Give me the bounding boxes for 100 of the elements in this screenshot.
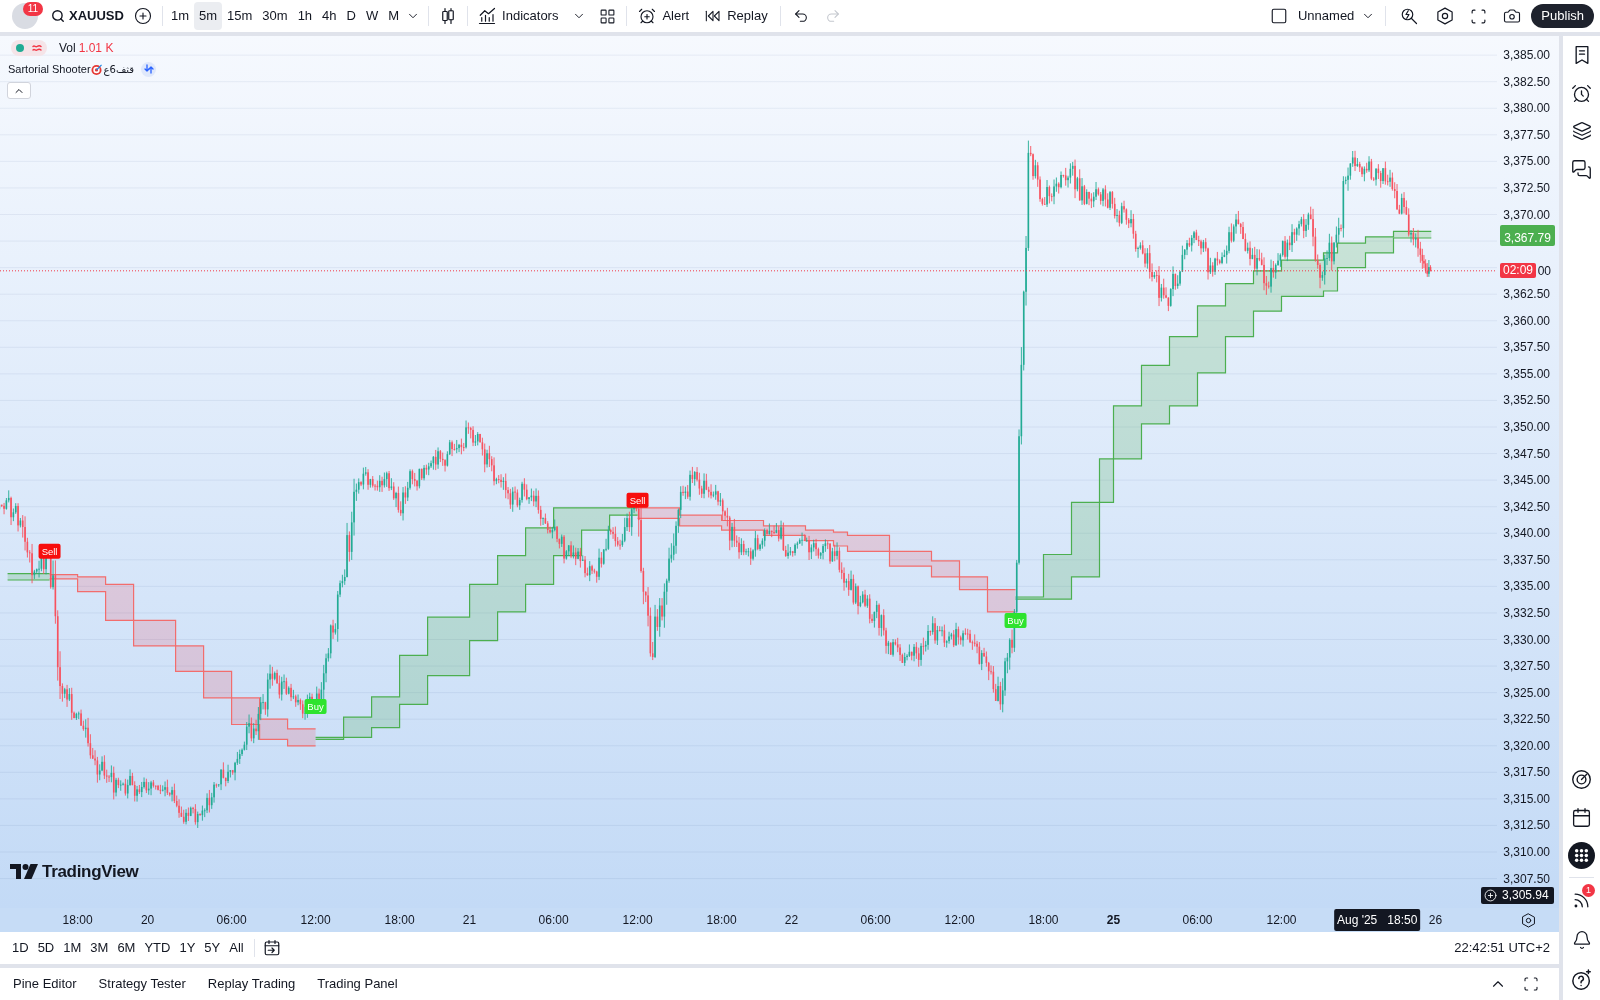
time-tick-label: 06:00 — [860, 913, 891, 927]
indicator-value-tag: 3,367.79 — [1500, 224, 1555, 246]
wave-icon — [32, 44, 42, 52]
price-tick-label: 3,340.00 — [1503, 526, 1550, 541]
indicators-button[interactable]: Indicators — [474, 3, 563, 29]
square-icon — [1270, 7, 1288, 25]
interval-tab[interactable]: W — [360, 2, 384, 30]
symbol-search-button[interactable]: XAUUSD — [49, 3, 126, 29]
price-tick-label: 00 — [1537, 263, 1551, 278]
price-tick-label: 3,370.00 — [1503, 207, 1550, 222]
price-tick-label: 3,350.00 — [1503, 420, 1550, 434]
bottom-panel-tab[interactable]: Trading Panel — [317, 971, 398, 997]
clock: 22:42:51 UTC+2 — [1454, 939, 1550, 958]
time-tick-label: 26 — [1428, 913, 1443, 927]
alarm-clock-icon — [1571, 82, 1592, 104]
layout-button[interactable]: Unnamed — [1267, 3, 1358, 29]
price-tick-label: 3,352.50 — [1503, 393, 1550, 408]
price-tick-label: 3,342.50 — [1503, 499, 1550, 514]
time-tick-label: 06:00 — [216, 913, 247, 927]
range-button[interactable]: YTD — [144, 936, 171, 960]
redo-icon — [824, 8, 841, 24]
price-tick-label: 3,327.50 — [1503, 659, 1550, 674]
price-tick-label: 3,345.00 — [1503, 473, 1550, 488]
price-tick-label: 3,307.50 — [1503, 871, 1550, 886]
quick-search-icon — [1400, 7, 1419, 25]
time-tick-label: 06:00 — [1182, 913, 1213, 927]
interval-tab[interactable]: 4h — [317, 2, 342, 30]
interval-tab[interactable]: 30m — [257, 2, 293, 30]
time-tick-label: 12:00 — [622, 913, 653, 927]
replay-button[interactable]: Replay — [701, 3, 772, 29]
time-tick-label: 20 — [140, 913, 155, 927]
price-tick-label: 3,330.00 — [1503, 632, 1550, 647]
status-dot-icon — [16, 44, 24, 52]
plus-circle-icon — [133, 7, 152, 25]
rewind-icon — [705, 8, 722, 24]
price-tick-label: 3,357.50 — [1503, 340, 1550, 355]
time-tick-label: 22 — [784, 913, 799, 927]
price-tick-label: 3,362.50 — [1503, 287, 1550, 302]
crosshair-time: Aug '25 18:50 — [1337, 913, 1418, 927]
range-button[interactable]: 1D — [12, 936, 29, 960]
price-tick-label: 3,322.50 — [1503, 712, 1550, 727]
price-tick-label: 3,312.50 — [1503, 818, 1550, 833]
plus-circle-icon — [1484, 888, 1497, 902]
alarm-clock-icon — [638, 7, 657, 25]
publish-button[interactable]: Publish — [1531, 4, 1594, 28]
price-tick-label: 3,372.50 — [1503, 180, 1550, 195]
interval-tab[interactable]: 5m — [193, 2, 223, 30]
range-button[interactable]: 3M — [90, 936, 109, 960]
price-tick-label: 3,377.50 — [1503, 127, 1550, 142]
search-icon — [51, 9, 65, 23]
interval-tab[interactable]: M — [383, 2, 405, 30]
undo-icon — [792, 8, 809, 24]
time-tick-label: 18:00 — [384, 913, 415, 927]
bottom-panel-tab[interactable]: Replay Trading — [207, 971, 296, 997]
time-tick-label: 25 — [1106, 913, 1121, 927]
interval-tab[interactable]: D — [341, 2, 361, 30]
time-tick-label: 21 — [462, 913, 477, 927]
layers-icon — [1571, 121, 1592, 141]
sell-signal-label: Sell — [626, 492, 649, 508]
dot-grid-icon — [1568, 841, 1595, 869]
grid-icon — [599, 7, 617, 25]
alert-button[interactable]: Alert — [634, 3, 694, 29]
news-feed-button[interactable]: 1 — [1563, 880, 1600, 920]
price-tick-label: 3,332.50 — [1503, 605, 1550, 620]
interval-tab[interactable]: 15m — [222, 2, 258, 30]
range-button[interactable]: 1M — [63, 936, 82, 960]
settings-icon — [1520, 912, 1536, 928]
range-button[interactable]: 5D — [37, 936, 55, 960]
price-tick-label: 3,337.50 — [1503, 552, 1550, 567]
feed-badge: 1 — [1582, 884, 1595, 897]
help-icon — [1570, 969, 1593, 991]
bottom-panel-tab[interactable]: Pine Editor — [13, 971, 77, 997]
range-button[interactable]: All — [229, 936, 244, 960]
indicator-arrows-button[interactable] — [141, 61, 157, 77]
price-tick-label: 3,325.00 — [1503, 685, 1550, 700]
price-tick-label: 3,355.00 — [1503, 366, 1550, 381]
volume-value: 1.01 K — [78, 40, 114, 57]
chat-icon — [1571, 158, 1592, 180]
calendar-icon — [262, 939, 281, 957]
status-pill[interactable] — [11, 40, 47, 56]
collapse-legend-button[interactable] — [7, 82, 31, 99]
settings-icon — [1436, 7, 1455, 25]
arrows-icon — [143, 64, 154, 74]
countdown-tag: 02:09 — [1500, 263, 1536, 279]
range-button[interactable]: 6M — [117, 936, 136, 960]
maximize-icon — [1523, 976, 1539, 992]
interval-tab[interactable]: 1m — [165, 2, 194, 30]
time-tick-label: 12:00 — [300, 913, 331, 927]
price-tick-label: 3,315.00 — [1503, 791, 1550, 806]
range-button[interactable]: 1Y — [179, 936, 196, 960]
bottom-panel-tab[interactable]: Strategy Tester — [98, 971, 186, 997]
range-button[interactable]: 5Y — [204, 936, 221, 960]
price-tick-label: 3,385.00 — [1503, 48, 1550, 63]
indicators-icon — [478, 7, 497, 25]
buy-signal-label: Buy — [1004, 612, 1027, 628]
price-tick-label: 3,375.00 — [1503, 154, 1550, 169]
time-tick-label: 12:00 — [1266, 913, 1297, 927]
price-tick-label: 3,317.50 — [1503, 765, 1550, 780]
interval-tab[interactable]: 1h — [292, 2, 318, 30]
price-tick-label: 3,360.00 — [1503, 313, 1550, 328]
